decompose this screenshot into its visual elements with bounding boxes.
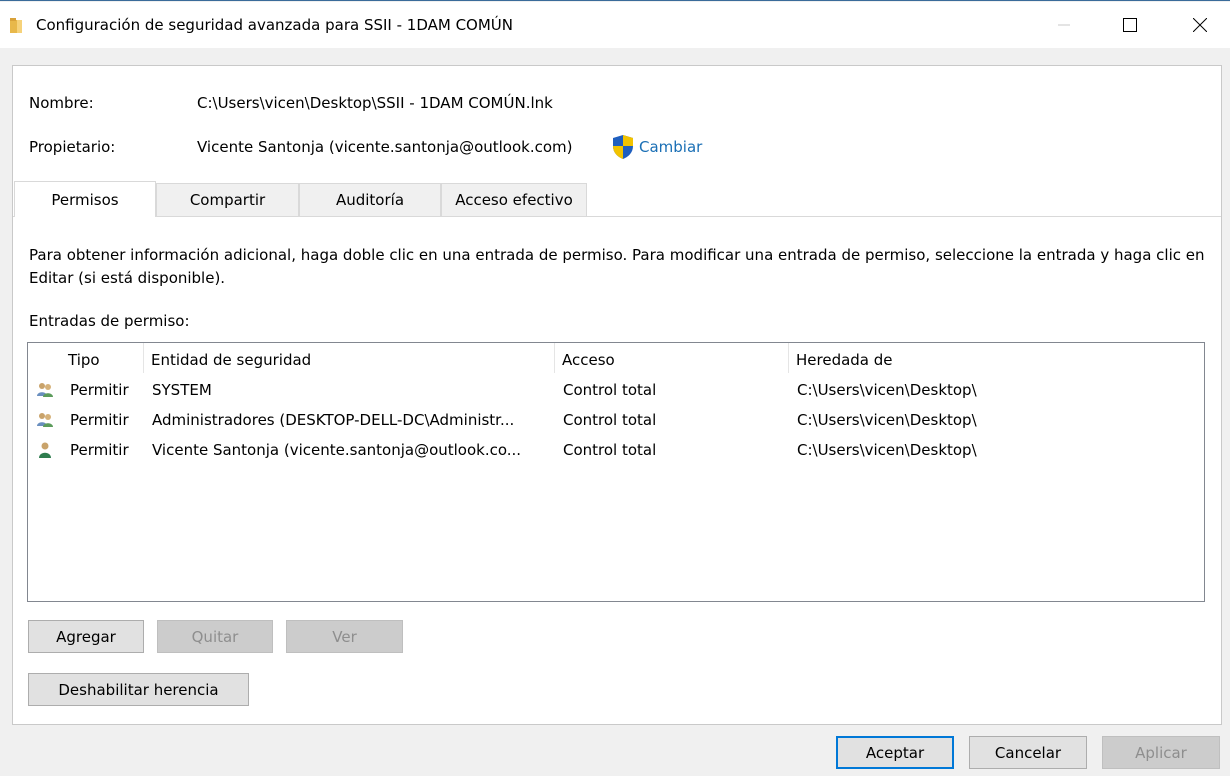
ok-button[interactable]: Aceptar [836, 736, 954, 769]
row-acceso: Control total [563, 381, 657, 399]
user-icon [39, 442, 51, 458]
table-row[interactable]: Permitir SYSTEM Control total C:\Users\v… [28, 375, 1204, 405]
info-text: Para obtener información adicional, haga… [29, 246, 1205, 287]
tab-divider [13, 216, 1221, 217]
column-header-acceso[interactable]: Acceso [562, 351, 615, 369]
maximize-icon [1123, 18, 1137, 32]
change-owner-link[interactable]: Cambiar [639, 138, 702, 156]
cancel-button[interactable]: Cancelar [969, 736, 1087, 769]
row-tipo: Permitir [70, 381, 129, 399]
security-settings-window: Configuración de seguridad avanzada para… [0, 0, 1230, 776]
view-button[interactable]: Ver [286, 620, 403, 653]
permission-entries-list[interactable]: Tipo Entidad de seguridad Acceso Heredad… [27, 342, 1205, 602]
row-tipo: Permitir [70, 441, 129, 459]
group-icon [37, 413, 53, 427]
owner-label: Propietario: [29, 138, 116, 156]
main-panel: Nombre: C:\Users\vicen\Desktop\SSII - 1D… [12, 65, 1222, 725]
row-entidad: Administradores (DESKTOP-DELL-DC\Adminis… [152, 411, 515, 429]
folder-icon [10, 18, 22, 33]
tab-acceso-efectivo[interactable]: Acceso efectivo [441, 183, 587, 216]
close-button[interactable] [1177, 3, 1223, 47]
row-acceso: Control total [563, 411, 657, 429]
column-header-heredada[interactable]: Heredada de [796, 351, 893, 369]
owner-value: Vicente Santonja (vicente.santonja@outlo… [197, 138, 573, 156]
title-bar[interactable]: Configuración de seguridad avanzada para… [0, 2, 1230, 48]
row-acceso: Control total [563, 441, 657, 459]
maximize-button[interactable] [1107, 3, 1153, 47]
add-button[interactable]: Agregar [28, 620, 144, 653]
row-entidad: SYSTEM [152, 381, 212, 399]
tab-compartir[interactable]: Compartir [156, 183, 299, 216]
table-row[interactable]: Permitir Administradores (DESKTOP-DELL-D… [28, 405, 1204, 435]
minimize-icon [1058, 24, 1070, 26]
name-value: C:\Users\vicen\Desktop\SSII - 1DAM COMÚN… [197, 94, 553, 112]
name-label: Nombre: [29, 94, 94, 112]
column-separator[interactable] [788, 343, 789, 373]
tab-auditoria[interactable]: Auditoría [299, 183, 441, 216]
window-title: Configuración de seguridad avanzada para… [36, 16, 514, 34]
remove-button[interactable]: Quitar [157, 620, 273, 653]
row-heredada: C:\Users\vicen\Desktop\ [797, 441, 977, 459]
row-heredada: C:\Users\vicen\Desktop\ [797, 411, 977, 429]
column-header-entidad[interactable]: Entidad de seguridad [151, 351, 311, 369]
tab-permisos[interactable]: Permisos [14, 181, 156, 217]
entries-label: Entradas de permiso: [29, 312, 190, 330]
column-separator[interactable] [143, 343, 144, 373]
table-row[interactable]: Permitir Vicente Santonja (vicente.santo… [28, 435, 1204, 465]
disable-inheritance-button[interactable]: Deshabilitar herencia [28, 673, 249, 706]
apply-button[interactable]: Aplicar [1102, 736, 1220, 769]
close-icon [1193, 18, 1207, 32]
column-separator[interactable] [554, 343, 555, 373]
minimize-button[interactable] [1041, 3, 1087, 47]
group-icon [37, 383, 53, 397]
row-heredada: C:\Users\vicen\Desktop\ [797, 381, 977, 399]
row-tipo: Permitir [70, 411, 129, 429]
row-entidad: Vicente Santonja (vicente.santonja@outlo… [152, 441, 522, 459]
uac-shield-icon [613, 135, 633, 159]
column-header-tipo[interactable]: Tipo [68, 351, 100, 369]
